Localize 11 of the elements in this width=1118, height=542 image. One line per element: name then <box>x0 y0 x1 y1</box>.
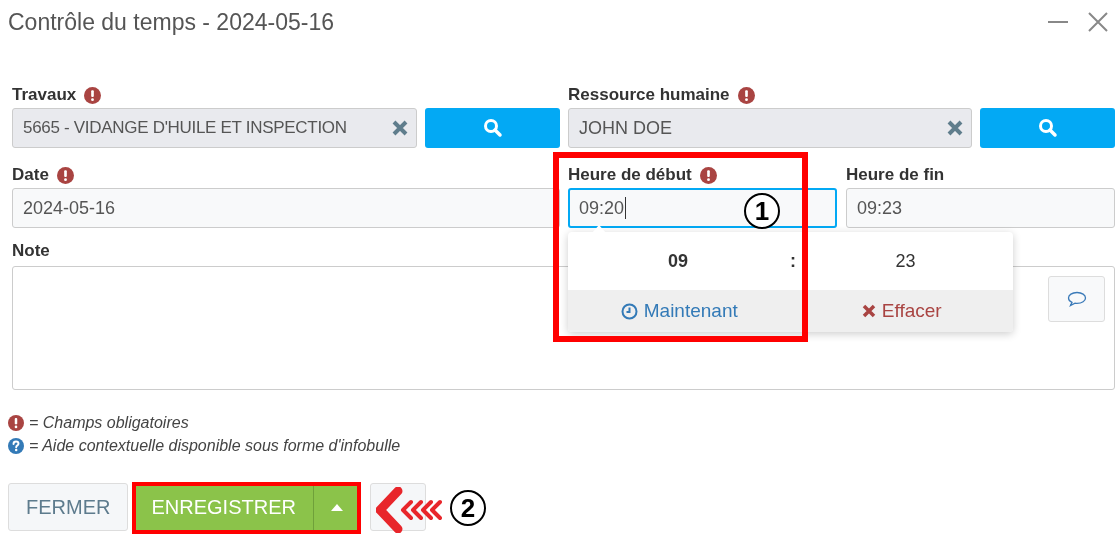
time-separator: : <box>790 250 796 272</box>
field-label: Heure de fin <box>846 165 945 185</box>
step-number: 2 <box>450 490 486 526</box>
window-title: Contrôle du temps - 2024-05-16 <box>8 8 335 36</box>
legend-text: = Aide contextuelle disponible sous forme d'infobulle <box>29 437 401 455</box>
field-label: Ressource humaine <box>568 85 730 105</box>
legend-text: = Champs obligatoires <box>29 414 189 432</box>
field-label: Date <box>12 165 49 185</box>
field-label: Travaux <box>12 85 77 105</box>
field-label: Heure de début <box>568 165 692 185</box>
field-label: Note <box>12 241 50 261</box>
